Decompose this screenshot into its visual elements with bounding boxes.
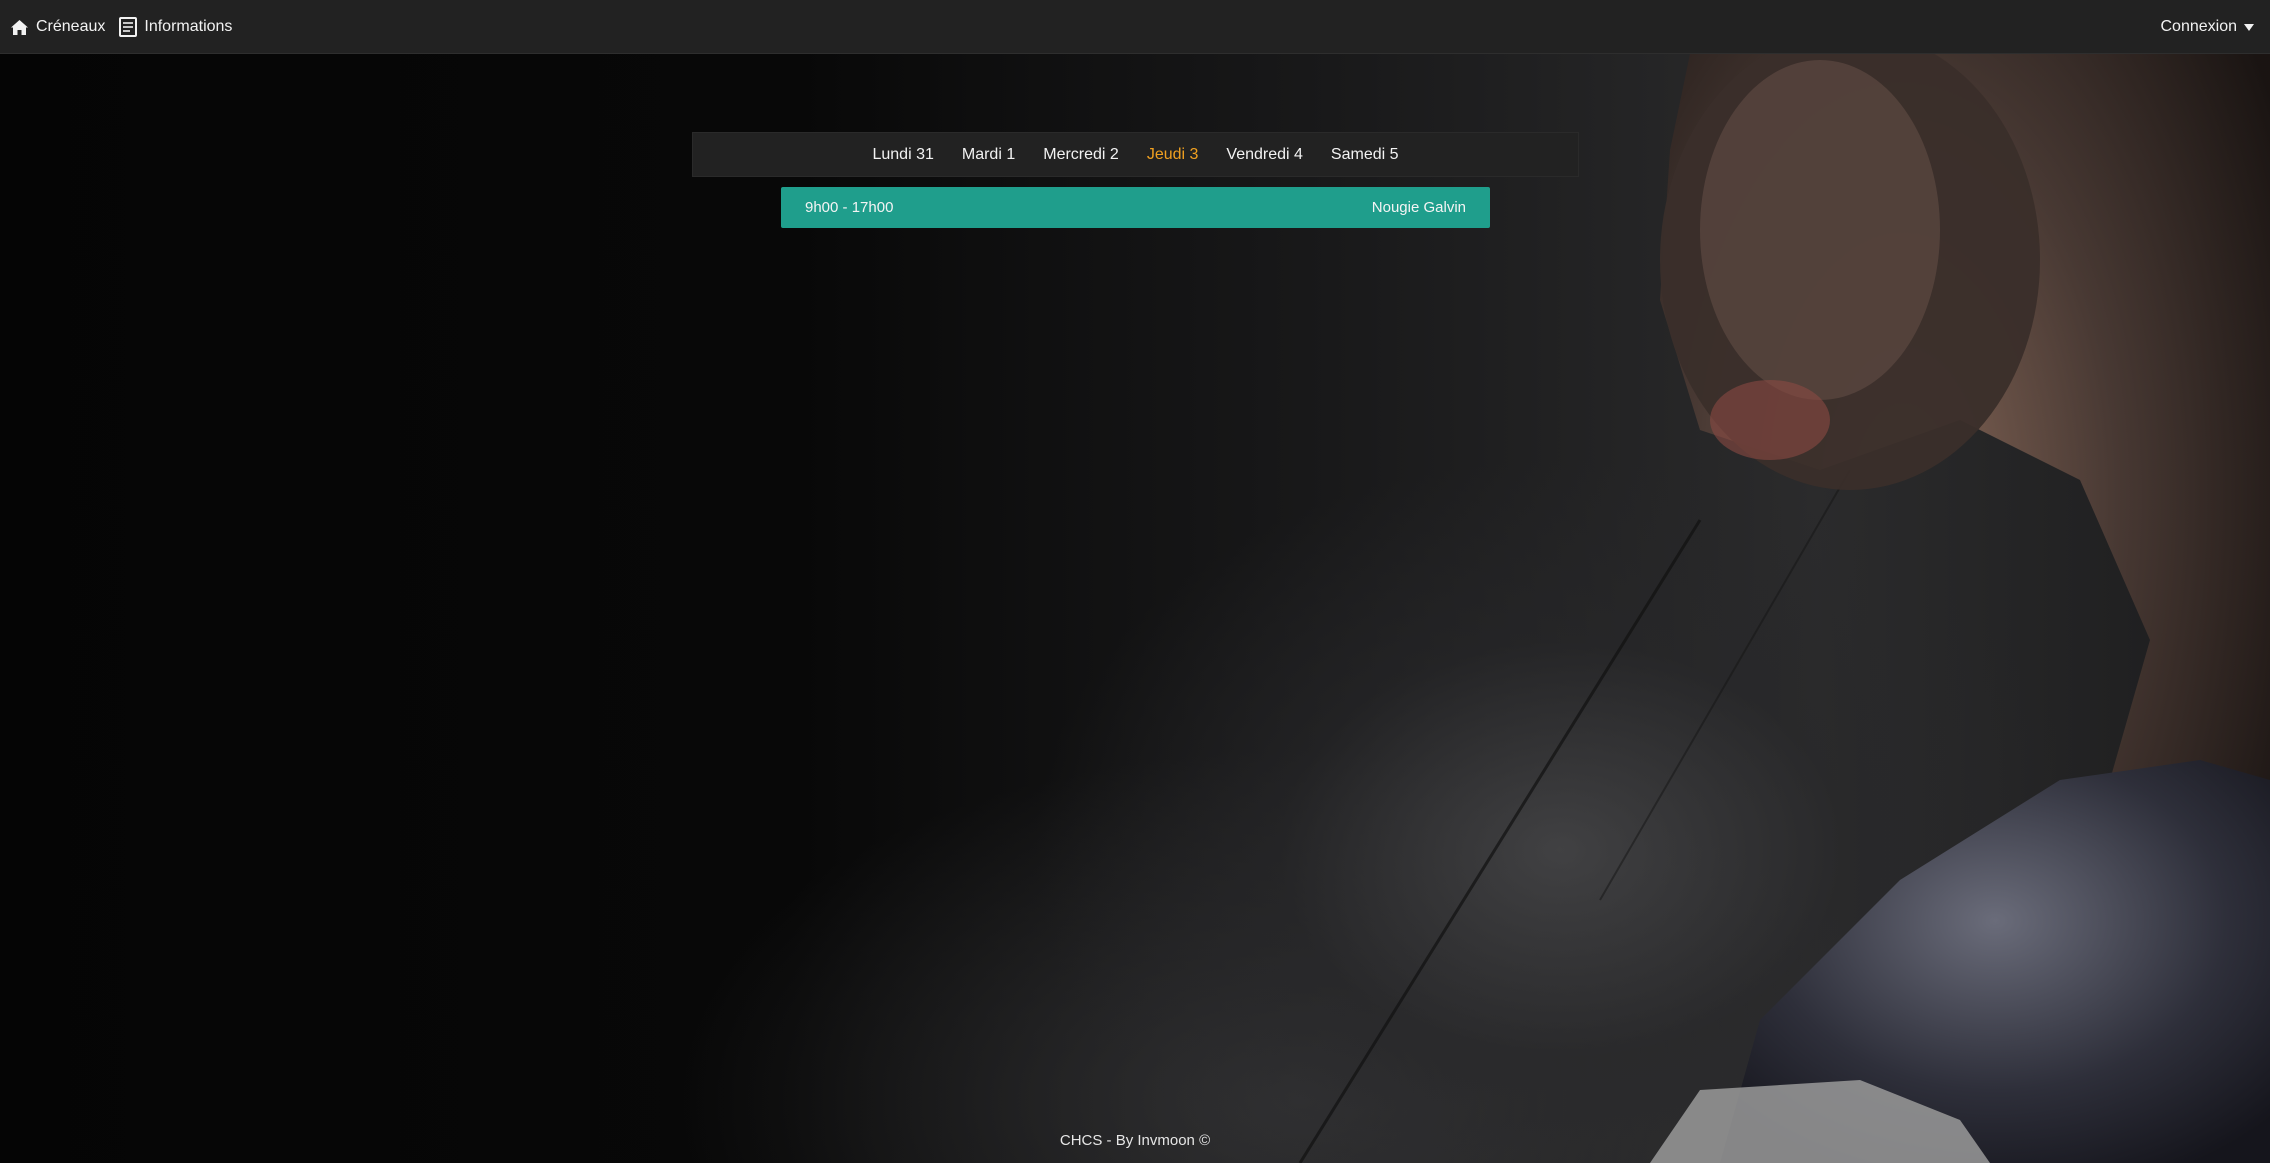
nav-creneaux-link[interactable]: Créneaux bbox=[10, 18, 105, 36]
document-icon bbox=[119, 17, 138, 37]
tab-lundi-31[interactable]: Lundi 31 bbox=[858, 146, 947, 164]
nav-creneaux-label: Créneaux bbox=[36, 18, 106, 35]
footer-credit: CHCS - By Invmoon © bbox=[1059, 1132, 1211, 1149]
connexion-dropdown[interactable]: Connexion bbox=[2160, 0, 2254, 54]
top-navbar: Créneaux Informations Connexion bbox=[0, 0, 2270, 54]
slot-row[interactable]: 9h00 - 17h00 Nougie Galvin bbox=[781, 187, 1490, 228]
tab-jeudi-3[interactable]: Jeudi 3 bbox=[1133, 146, 1213, 164]
nav-informations-label: Informations bbox=[144, 18, 233, 35]
nav-informations-link[interactable]: Informations bbox=[119, 17, 232, 37]
caret-down-icon bbox=[2244, 23, 2254, 31]
slot-name: Nougie Galvin bbox=[1371, 199, 1466, 216]
tab-mardi-1[interactable]: Mardi 1 bbox=[948, 146, 1029, 164]
connexion-label: Connexion bbox=[2160, 18, 2238, 35]
page: Créneaux Informations Connexion Lundi 31… bbox=[0, 0, 2270, 1163]
tab-samedi-5[interactable]: Samedi 5 bbox=[1317, 146, 1413, 164]
nav-left: Créneaux Informations bbox=[10, 0, 246, 54]
tab-vendredi-4[interactable]: Vendredi 4 bbox=[1212, 146, 1317, 164]
slot-time: 9h00 - 17h00 bbox=[805, 199, 894, 216]
home-icon bbox=[11, 19, 28, 35]
day-tabs: Lundi 31 Mardi 1 Mercredi 2 Jeudi 3 Vend… bbox=[692, 132, 1579, 177]
tab-mercredi-2[interactable]: Mercredi 2 bbox=[1029, 146, 1133, 164]
